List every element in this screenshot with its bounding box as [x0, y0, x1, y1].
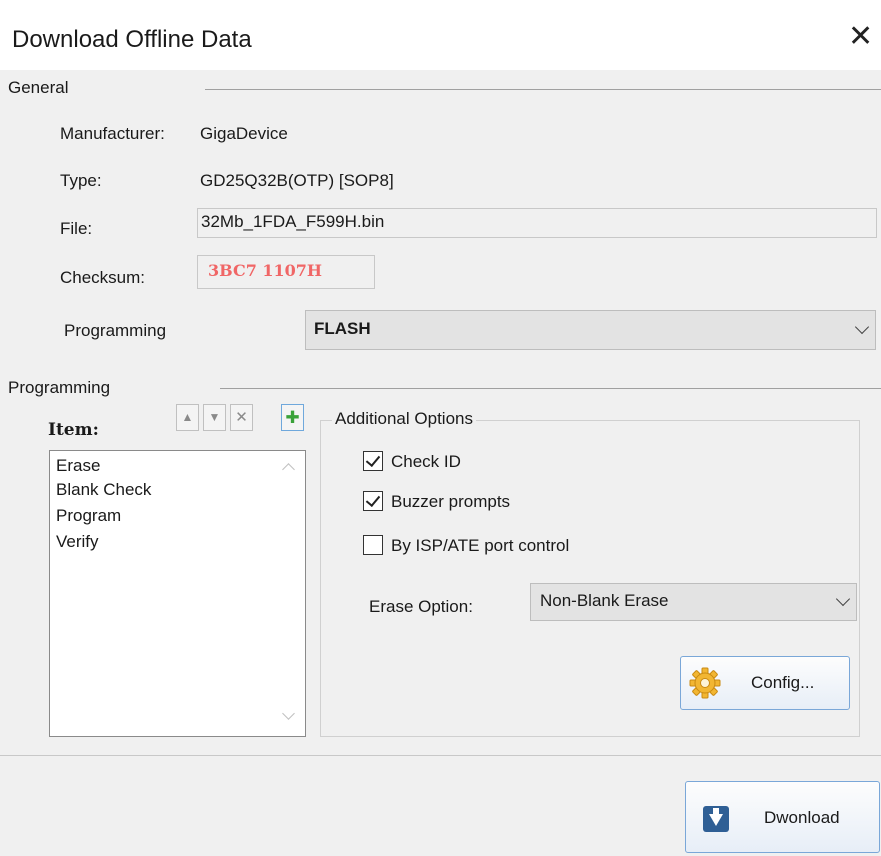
check-icon	[365, 451, 381, 468]
add-button[interactable]: ✚	[281, 404, 304, 431]
download-button-label: Dwonload	[764, 808, 840, 827]
arrow-down-icon: ▼	[208, 410, 221, 424]
config-button[interactable]: Config...	[680, 656, 850, 710]
isp-ate-label: By ISP/ATE port control	[391, 536, 570, 555]
file-label: File:	[60, 219, 93, 238]
close-icon[interactable]: ✕	[848, 22, 873, 52]
download-button[interactable]: Dwonload	[685, 781, 880, 853]
programming-type-dropdown[interactable]: FLASH	[305, 310, 876, 350]
type-label: Type:	[60, 171, 102, 190]
additional-options-label: Additional Options	[332, 409, 476, 429]
config-button-label: Config...	[751, 673, 815, 692]
isp-ate-checkbox[interactable]	[363, 535, 383, 555]
chevron-down-icon	[854, 311, 870, 347]
scroll-down-icon[interactable]	[282, 707, 295, 720]
check-icon	[365, 491, 381, 508]
add-plus-icon: ✚	[285, 408, 300, 427]
delete-button[interactable]: ✕	[230, 404, 253, 431]
delete-x-icon: ✕	[235, 409, 248, 426]
buzzer-prompts-checkbox[interactable]	[363, 491, 383, 511]
erase-option-dropdown[interactable]: Non-Blank Erase	[530, 583, 857, 621]
download-arrow-icon	[703, 806, 729, 832]
scroll-up-icon[interactable]	[282, 463, 295, 476]
manufacturer-label: Manufacturer:	[60, 124, 165, 143]
list-item[interactable]: Erase	[56, 454, 100, 478]
check-id-label: Check ID	[391, 452, 461, 471]
title-bar: Download Offline Data ✕	[0, 0, 881, 70]
move-down-button[interactable]: ▼	[203, 404, 226, 431]
item-list[interactable]: Erase Blank Check Program Verify	[49, 450, 306, 737]
footer-separator	[0, 755, 881, 756]
move-up-button[interactable]: ▲	[176, 404, 199, 431]
programming-type-value: FLASH	[314, 319, 371, 338]
item-list-label: Item:	[48, 420, 99, 440]
check-id-checkbox[interactable]	[363, 451, 383, 471]
erase-option-value: Non-Blank Erase	[540, 591, 669, 610]
programming-type-label: Programming	[64, 321, 167, 340]
chevron-down-icon	[835, 584, 851, 618]
list-item[interactable]: Verify	[56, 530, 99, 554]
general-separator	[205, 89, 881, 90]
checksum-label: Checksum:	[60, 268, 146, 287]
erase-option-label: Erase Option:	[369, 597, 473, 616]
arrow-up-icon: ▲	[181, 410, 194, 424]
window-title: Download Offline Data	[12, 26, 252, 53]
file-field[interactable]: 32Mb_1FDA_F599H.bin	[197, 208, 877, 238]
checksum-field: 3BC7 1107H	[197, 255, 375, 289]
list-item[interactable]: Program	[56, 504, 121, 528]
type-value: GD25Q32B(OTP) [SOP8]	[200, 171, 394, 190]
programming-section-label: Programming	[8, 378, 111, 397]
list-item[interactable]: Blank Check	[56, 478, 151, 502]
buzzer-prompts-label: Buzzer prompts	[391, 492, 511, 511]
programming-separator	[220, 388, 881, 389]
general-section-label: General	[8, 78, 69, 97]
gear-icon	[689, 667, 721, 699]
manufacturer-value: GigaDevice	[200, 124, 288, 143]
